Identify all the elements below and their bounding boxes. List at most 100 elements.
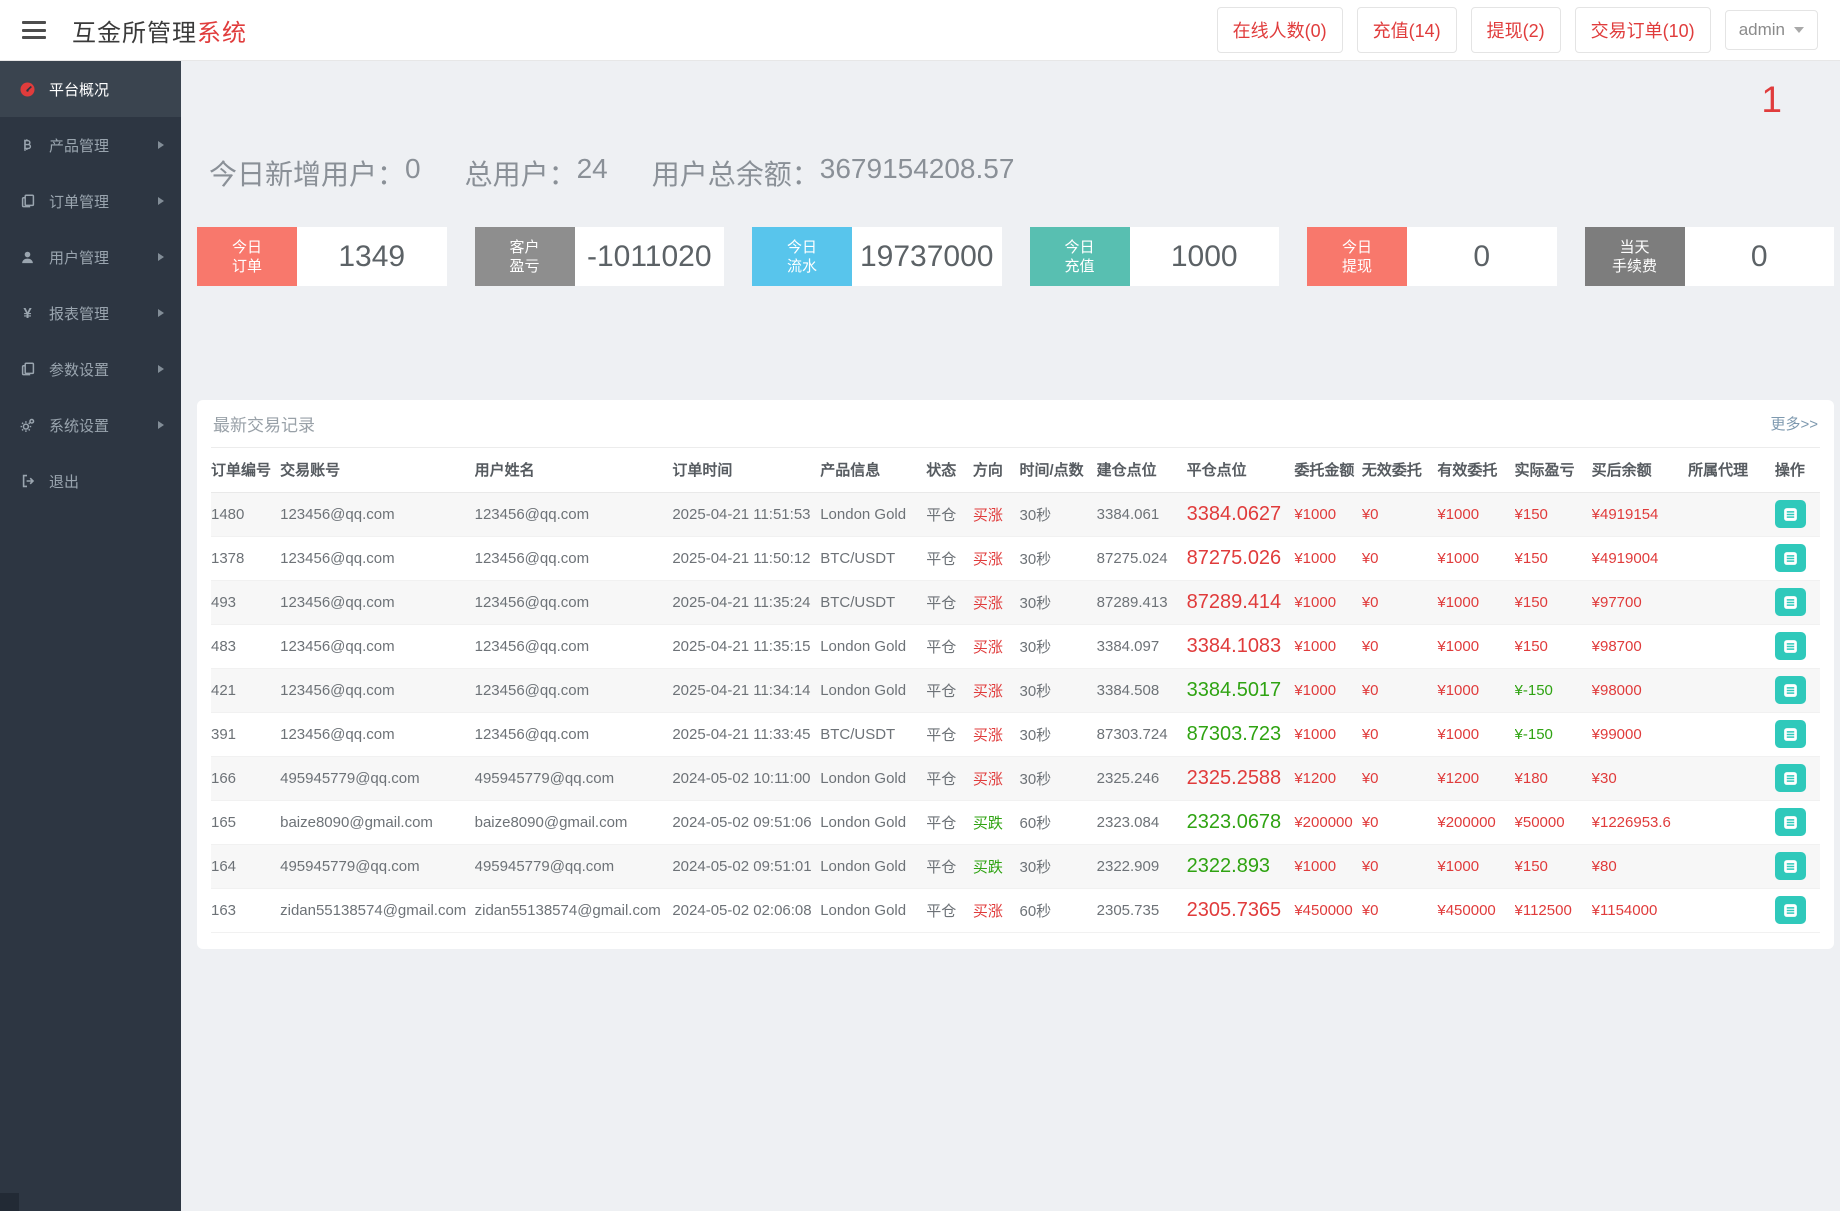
dashboard-icon [17, 81, 38, 98]
cell-invalid-entrust: ¥0 [1361, 536, 1438, 581]
cell-action [1774, 668, 1820, 713]
cell-agent [1688, 756, 1775, 801]
more-link[interactable]: 更多>> [1770, 413, 1818, 434]
cell-order-time: 2025-04-21 11:33:45 [672, 712, 821, 757]
order-detail-button[interactable] [1774, 500, 1806, 528]
cell-actual-profit: ¥-150 [1514, 712, 1592, 757]
sidebar-item-bitcoin[interactable]: 产品管理 [0, 117, 181, 173]
cell-duration: 30秒 [1019, 844, 1097, 889]
cell-duration: 30秒 [1019, 756, 1097, 801]
order-detail-button[interactable] [1774, 852, 1806, 880]
app-title: 互金所管理系统 [72, 13, 247, 48]
cell-open-point: 87303.724 [1096, 712, 1187, 757]
top-nav-button[interactable]: 交易订单(10) [1574, 7, 1711, 53]
cell-close-point: 2305.7365 [1186, 888, 1295, 933]
cell-order-time: 2025-04-21 11:34:14 [672, 668, 821, 713]
sidebar-item-label: 退出 [49, 473, 80, 491]
cell-product: London Gold [820, 492, 927, 537]
sidebar-item-label: 订单管理 [49, 193, 110, 211]
cell-order-id: 493 [211, 580, 281, 625]
table-row: 163 zidan55138574@gmail.com zidan5513857… [211, 888, 1820, 933]
column-header: 有效委托 [1437, 448, 1515, 493]
sidebar-item-user[interactable]: 用户管理 [0, 229, 181, 285]
cell-direction: 买跌 [972, 800, 1020, 845]
sidebar-bottom-handle [0, 1193, 19, 1211]
cell-entrust-amount: ¥1000 [1294, 712, 1362, 757]
cell-actual-profit: ¥150 [1514, 492, 1592, 537]
cell-account: 495945779@qq.com [280, 756, 475, 801]
order-detail-button[interactable] [1774, 676, 1806, 704]
cell-agent [1688, 580, 1775, 625]
table-row: 493 123456@qq.com 123456@qq.com 2025-04-… [211, 580, 1820, 625]
column-header: 订单时间 [672, 448, 821, 493]
cell-actual-profit: ¥180 [1514, 756, 1592, 801]
sidebar-item-dashboard[interactable]: 平台概况 [0, 61, 181, 117]
cell-status: 平仓 [926, 668, 973, 713]
cell-close-point: 3384.1083 [1186, 624, 1295, 669]
summary-cards: 今日 订单 1349 客户 盈亏 -1011020 今日 流水 19737000… [197, 227, 1834, 286]
cell-agent [1688, 712, 1775, 757]
summary-card: 客户 盈亏 -1011020 [474, 227, 724, 286]
top-nav-button[interactable]: 充值(14) [1356, 7, 1457, 53]
cell-balance-after: ¥1154000 [1591, 888, 1689, 933]
cell-order-time: 2024-05-02 02:06:08 [672, 888, 821, 933]
chevron-right-icon [158, 309, 164, 317]
column-header: 委托金额 [1294, 448, 1362, 493]
stat-item: 今日新增用户： 0 [209, 153, 421, 193]
order-detail-button[interactable] [1774, 632, 1806, 660]
summary-card-label: 今日 订单 [197, 227, 297, 286]
cell-username: 495945779@qq.com [474, 756, 673, 801]
cell-close-point: 2322.893 [1186, 844, 1295, 889]
order-detail-button[interactable] [1774, 544, 1806, 572]
stat-label: 用户总余额： [651, 159, 820, 190]
cell-status: 平仓 [926, 844, 973, 889]
cell-invalid-entrust: ¥0 [1361, 668, 1438, 713]
cell-order-time: 2024-05-02 09:51:06 [672, 800, 821, 845]
table-row: 166 495945779@qq.com 495945779@qq.com 20… [211, 756, 1820, 801]
sidebar-item-yen[interactable]: ¥ 报表管理 [0, 285, 181, 341]
chevron-right-icon [158, 365, 164, 373]
user-menu-button[interactable]: admin [1724, 10, 1818, 50]
cell-close-point: 87303.723 [1186, 712, 1295, 757]
top-nav-button[interactable]: 在线人数(0) [1216, 7, 1343, 53]
cell-open-point: 2322.909 [1096, 844, 1187, 889]
order-detail-button[interactable] [1774, 808, 1806, 836]
cell-username: 123456@qq.com [474, 492, 673, 537]
column-header: 实际盈亏 [1514, 448, 1592, 493]
order-detail-button[interactable] [1774, 588, 1806, 616]
detail-list-icon [1784, 727, 1797, 741]
user-menu-label: admin [1738, 20, 1785, 39]
cell-duration: 60秒 [1019, 888, 1097, 933]
cell-entrust-amount: ¥1000 [1294, 844, 1362, 889]
bitcoin-icon [17, 137, 38, 153]
sidebar-item-gears[interactable]: 系统设置 [0, 397, 181, 453]
order-detail-button[interactable] [1774, 720, 1806, 748]
cell-close-point: 87275.026 [1186, 536, 1295, 581]
cell-invalid-entrust: ¥0 [1361, 712, 1438, 757]
cell-product: London Gold [820, 800, 927, 845]
cell-direction: 买涨 [972, 668, 1020, 713]
cell-entrust-amount: ¥1000 [1294, 624, 1362, 669]
summary-card-value: 19737000 [860, 239, 994, 273]
column-header: 用户姓名 [474, 448, 673, 493]
cell-agent [1688, 668, 1775, 713]
cell-direction: 买涨 [972, 536, 1020, 581]
cell-order-id: 421 [211, 668, 281, 713]
order-detail-button[interactable] [1774, 896, 1806, 924]
cell-order-id: 1378 [211, 536, 281, 581]
cell-balance-after: ¥98700 [1591, 624, 1689, 669]
sidebar-item-logout[interactable]: 退出 [0, 453, 181, 509]
cell-order-id: 165 [211, 800, 281, 845]
cell-duration: 30秒 [1019, 492, 1097, 537]
menu-toggle-icon[interactable] [22, 21, 46, 39]
cell-balance-after: ¥4919004 [1591, 536, 1689, 581]
cell-invalid-entrust: ¥0 [1361, 624, 1438, 669]
table-row: 165 baize8090@gmail.com baize8090@gmail.… [211, 800, 1820, 845]
cell-valid-entrust: ¥1000 [1437, 536, 1515, 581]
sidebar-item-params[interactable]: 参数设置 [0, 341, 181, 397]
cell-valid-entrust: ¥1000 [1437, 712, 1515, 757]
cell-username: zidan55138574@gmail.com [474, 888, 673, 933]
sidebar-item-orders[interactable]: 订单管理 [0, 173, 181, 229]
top-nav-button[interactable]: 提现(2) [1470, 7, 1561, 53]
order-detail-button[interactable] [1774, 764, 1806, 792]
